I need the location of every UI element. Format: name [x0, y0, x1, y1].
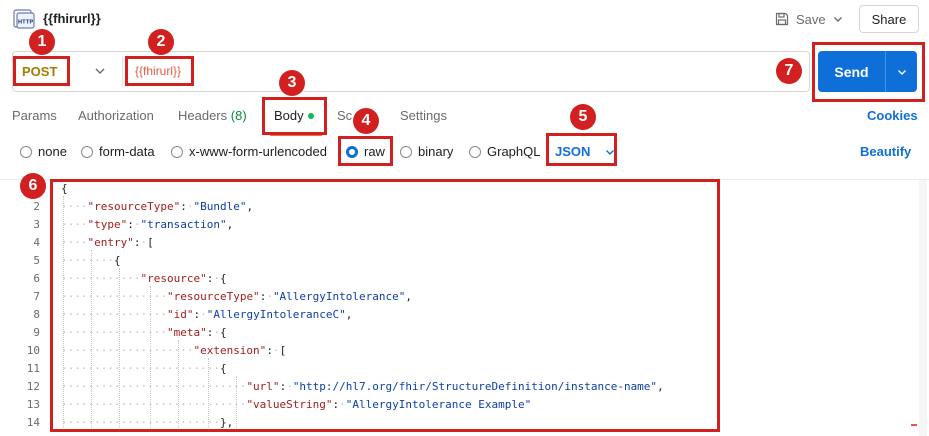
annotation-box-raw [338, 136, 393, 166]
line-number: 7 [33, 290, 40, 303]
tab-settings[interactable]: Settings [400, 108, 447, 123]
save-icon [775, 12, 789, 26]
radio-binary[interactable]: binary [400, 144, 453, 159]
tab-authorization[interactable]: Authorization [78, 108, 154, 123]
beautify-link[interactable]: Beautify [860, 144, 911, 159]
radio-graphql[interactable]: GraphQL [469, 144, 540, 159]
annotation-box-method [13, 56, 70, 86]
annotation-box-send [812, 42, 925, 102]
annotation-box-body-tab [262, 97, 327, 135]
save-options-button[interactable] [826, 7, 850, 31]
annotation-badge: 7 [776, 58, 802, 84]
radio-urlencoded[interactable]: x-www-form-urlencoded [171, 144, 327, 159]
line-number: 4 [33, 236, 40, 249]
radio-none-label: none [38, 144, 67, 159]
annotation-box-url [125, 56, 194, 86]
radio-form-data-label: form-data [99, 144, 155, 159]
url-divider [122, 55, 123, 88]
line-number: 8 [33, 308, 40, 321]
radio-circle [171, 145, 183, 158]
radio-circle [400, 145, 412, 158]
share-button[interactable]: Share [859, 5, 919, 33]
radio-urlencoded-label: x-www-form-urlencoded [189, 144, 327, 159]
line-number: 9 [33, 326, 40, 339]
radio-form-data[interactable]: form-data [81, 144, 155, 159]
svg-text:HTTP: HTTP [18, 20, 34, 26]
annotation-badge: 3 [279, 70, 305, 96]
radio-circle [469, 145, 481, 158]
annotation-box-json [546, 133, 617, 166]
annotation-badge: 4 [353, 108, 379, 134]
annotation-box-editor [50, 179, 720, 432]
save-label: Save [796, 11, 826, 27]
save-button[interactable]: Save [768, 7, 832, 31]
line-number: 11 [26, 362, 40, 375]
line-number: 6 [33, 272, 40, 285]
headers-count-badge: (8) [230, 108, 247, 123]
annotation-badge: 1 [29, 29, 55, 55]
line-number: 12 [26, 380, 40, 393]
editor-scrollbar[interactable] [919, 180, 927, 436]
radio-circle [81, 145, 93, 158]
annotation-badge: 2 [148, 29, 174, 55]
scroll-marker [911, 424, 917, 426]
method-chevron-down-icon[interactable] [92, 63, 108, 79]
annotation-badge: 6 [20, 173, 46, 199]
line-number: 14 [26, 416, 40, 429]
radio-graphql-label: GraphQL [487, 144, 541, 159]
line-number: 3 [33, 218, 40, 231]
tab-params[interactable]: Params [12, 108, 57, 123]
line-number: 10 [26, 344, 40, 357]
request-title: {{fhirurl}} [43, 11, 101, 26]
annotation-badge: 5 [570, 104, 596, 130]
line-number: 5 [33, 254, 40, 267]
line-number: 2 [33, 200, 40, 213]
tab-headers-label: Headers [178, 108, 228, 123]
cookies-link[interactable]: Cookies [867, 108, 918, 123]
radio-binary-label: binary [418, 144, 454, 159]
radio-none[interactable]: none [20, 144, 67, 159]
http-icon: HTTP [13, 9, 35, 29]
tab-headers[interactable]: Headers (8) [178, 108, 247, 123]
chevron-down-icon [834, 17, 842, 22]
tab-scripts[interactable]: Sc [337, 108, 352, 123]
line-number: 13 [26, 398, 40, 411]
radio-circle [20, 145, 32, 158]
